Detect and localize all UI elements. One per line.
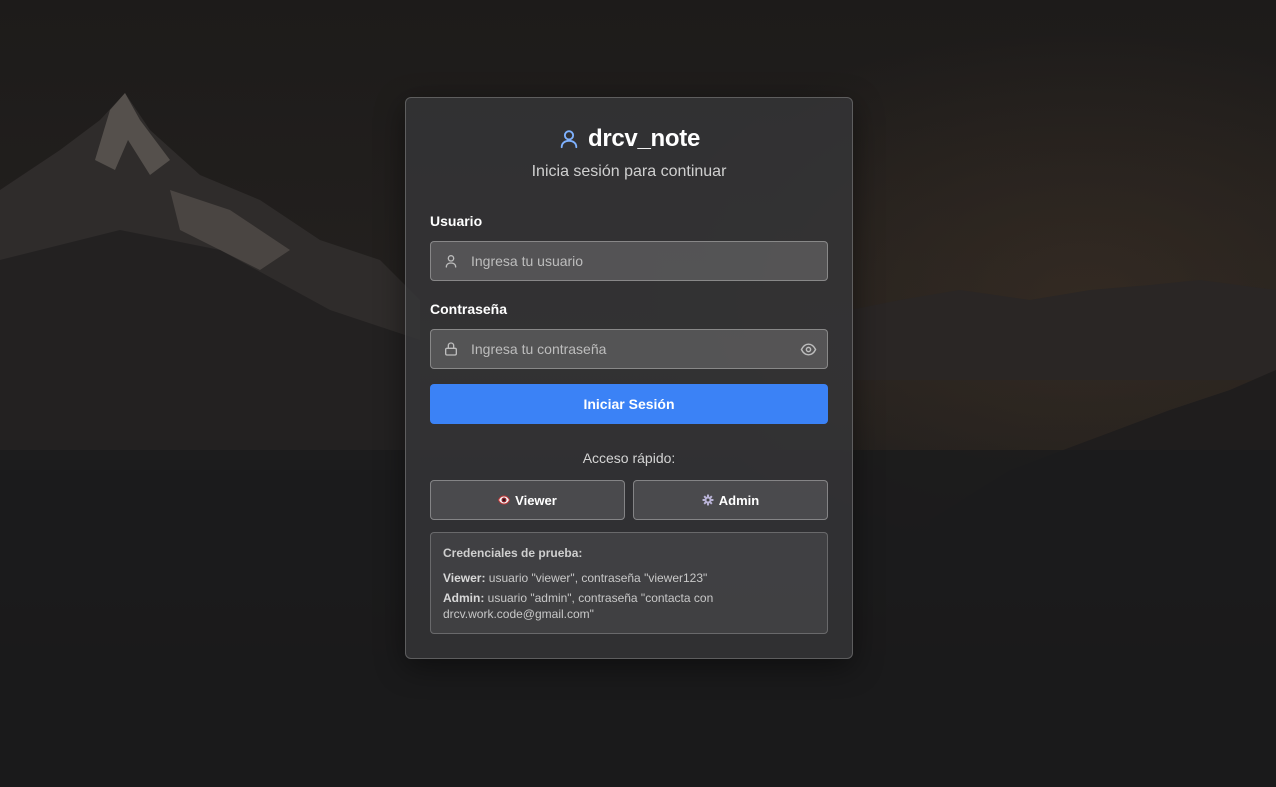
password-label: Contraseña [430,301,508,317]
admin-quick-button[interactable]: Admin [633,480,828,520]
lock-icon [445,342,457,356]
password-field[interactable] [430,329,828,369]
viewer-quick-button[interactable]: Viewer [430,480,625,520]
credential-role: Viewer: [443,571,486,585]
credential-line-admin: Admin: usuario "admin", contraseña "cont… [443,590,815,622]
credential-role: Admin: [443,591,485,605]
eye-icon[interactable] [800,341,817,358]
brand: drcv_note [558,125,700,153]
user-icon [445,254,457,268]
brand-header: drcv_note [406,125,852,156]
test-credentials-box: Credenciales de prueba: Viewer: usuario … [430,532,828,634]
credential-line-viewer: Viewer: usuario "viewer", contraseña "vi… [443,570,815,586]
username-input[interactable] [471,242,791,280]
credential-text: usuario "viewer", contraseña "viewer123" [485,571,708,585]
eye-icon [498,495,511,505]
viewer-button-label: Viewer [515,492,557,508]
credential-text: usuario "admin", contraseña "contacta co… [443,591,714,621]
gear-icon [702,494,714,506]
username-field[interactable] [430,241,828,281]
page-subtitle: Inicia sesión para continuar [531,163,727,180]
credentials-title: Credenciales de prueba: [443,546,583,560]
user-icon [560,130,578,149]
quick-access-label: Acceso rápido: [582,450,676,466]
login-button[interactable]: Iniciar Sesión [430,384,828,424]
admin-button-label: Admin [718,492,760,508]
login-card: drcv_note Inicia sesión para continuar U… [405,97,853,659]
password-input[interactable] [471,330,791,368]
app-title: drcv_note [587,125,700,152]
username-label: Usuario [430,213,483,229]
